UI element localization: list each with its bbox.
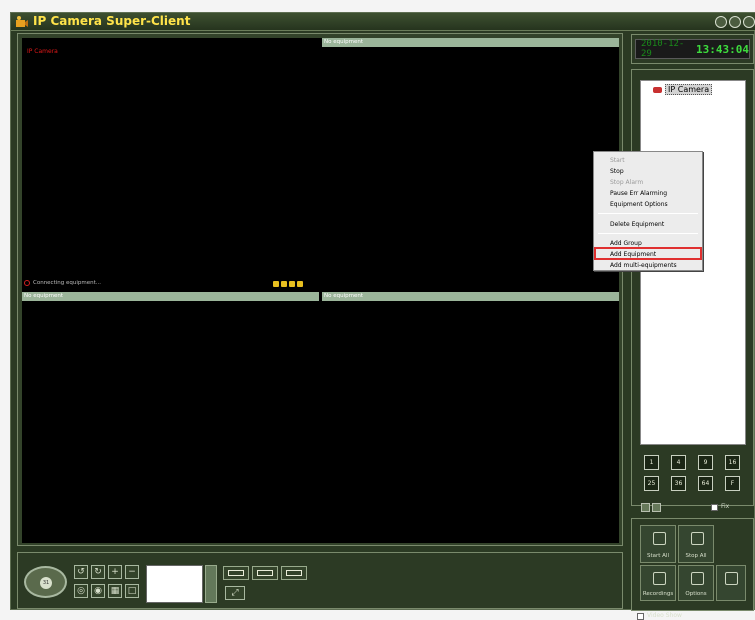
minimize-icon[interactable] [715,16,727,28]
preset-list[interactable] [146,565,203,603]
page-next-button[interactable] [652,503,661,512]
ptz-dial[interactable]: 31 [24,566,67,598]
start-all-icon [653,532,666,545]
menu-item-start[interactable]: Start [610,156,625,165]
menu-item-equipment-options[interactable]: Equipment Options [610,200,668,209]
video-frame: IP Camera Connecting equipment... No equ… [17,33,623,546]
restore-icon[interactable] [729,16,741,28]
menu-item-add-multi-equipments[interactable]: Add multi-equipments [610,261,677,270]
clock-time: 13:43:04 [696,42,749,56]
focus-near-button[interactable]: ↺ [74,565,88,579]
fix-checkbox[interactable] [711,504,718,511]
ptz-center[interactable]: 31 [40,577,52,589]
pane-camera-label: IP Camera [27,48,58,55]
video-show-checkbox[interactable] [637,613,644,620]
recordings-icon [653,572,666,585]
menu-item-delete-equipment[interactable]: Delete Equipment [610,220,664,229]
capture-button[interactable] [716,565,746,601]
preset-scrollbar[interactable] [205,565,217,603]
device-tree-panel: IP Camera [631,69,754,506]
preset-button[interactable]: □ [125,584,139,598]
menu-separator [598,213,698,214]
power-icon [24,280,30,286]
video-show-label: Video Show [647,612,682,619]
pane-status-text: Connecting equipment... [33,280,102,286]
close-icon[interactable] [743,16,755,28]
clock-panel: 2010-12-29 13:43:04 [631,34,754,64]
focus-far-button[interactable]: ↻ [91,565,105,579]
video-pane-3[interactable]: No equipment [22,292,319,543]
pane-header: No equipment [322,38,619,47]
stop-all-icon [691,532,704,545]
iris-close-button[interactable]: ◉ [91,584,105,598]
settings-icon[interactable] [297,281,303,287]
start-all-button[interactable]: Start All [640,525,676,563]
video-pane-4[interactable]: No equipment [322,292,619,543]
grid-button[interactable]: ▦ [108,584,122,598]
options-button[interactable]: Options [678,565,714,601]
zoom-out-button[interactable]: − [125,565,139,579]
layout-25-button[interactable]: 25 [644,476,659,491]
app-window: IP Camera Super-Client IP Camera Connect… [10,12,755,620]
pane-status: Connecting equipment... [24,280,101,286]
video-pane-1[interactable]: IP Camera Connecting equipment... [22,38,319,290]
menu-item-stop[interactable]: Stop [610,167,624,176]
record-all-button[interactable] [252,566,278,580]
layout-1-button[interactable]: 1 [644,455,659,470]
pane-header: No equipment [22,292,319,301]
iris-open-button[interactable]: ◎ [74,584,88,598]
recordings-button[interactable]: Recordings [640,565,676,601]
fix-label: Fix [721,503,730,510]
tree-node-label: IP Camera [665,84,713,95]
context-menu: Start Stop Stop Alarm Pause Err Alarming… [593,151,703,271]
menu-separator [598,233,698,234]
window-title: IP Camera Super-Client [33,14,191,28]
zoom-in-button[interactable]: + [108,565,122,579]
layout-16-button[interactable]: 16 [725,455,740,470]
audio-icon[interactable] [273,281,279,287]
menu-item-stop-alarm[interactable]: Stop Alarm [610,178,643,187]
snapshot-icon[interactable] [289,281,295,287]
control-bar: 31 ↺ ↻ + − ◎ ◉ ▦ □ ⤢ [17,552,623,609]
clock-date: 2010-12-29 [641,39,685,59]
clock-display: 2010-12-29 13:43:04 [635,39,750,59]
options-icon [691,572,704,585]
app-logo-icon [16,16,28,27]
fullscreen-button[interactable]: ⤢ [225,586,245,600]
camera-icon [653,86,662,93]
capture-icon [725,572,738,585]
pane-header: No equipment [322,292,619,301]
pane-toolbar [273,281,303,287]
menu-item-pause-err-alarming[interactable]: Pause Err Alarming [610,189,667,198]
video-grid: IP Camera Connecting equipment... No equ… [22,38,619,543]
record-icon[interactable] [281,281,287,287]
menu-highlight-box [594,247,702,260]
record-button[interactable] [223,566,249,580]
layout-9-button[interactable]: 9 [698,455,713,470]
snapshot-button[interactable] [281,566,307,580]
video-pane-2[interactable]: No equipment [322,38,619,290]
stop-all-button[interactable]: Stop All [678,525,714,563]
title-bar: IP Camera Super-Client [11,13,755,31]
layout-64-button[interactable]: 64 [698,476,713,491]
layout-4-button[interactable]: 4 [671,455,686,470]
page-prev-button[interactable] [641,503,650,512]
actions-panel: Start All Stop All Recordings Options [631,518,754,611]
tree-node-ip-camera[interactable]: IP Camera [653,84,713,95]
layout-36-button[interactable]: 36 [671,476,686,491]
layout-full-button[interactable]: F [725,476,740,491]
